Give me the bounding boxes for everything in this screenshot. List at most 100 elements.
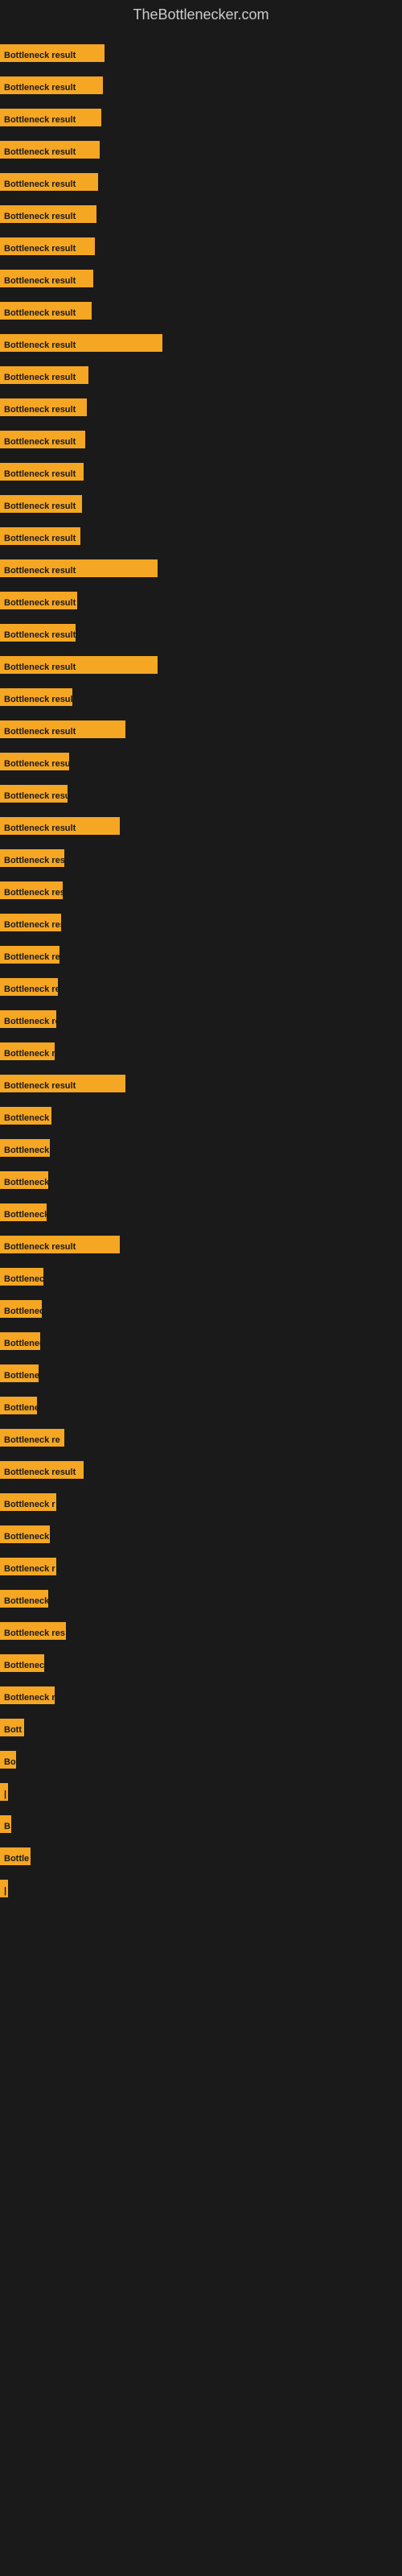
chart-area: Bottleneck result Bottleneck result Bottle…: [0, 30, 402, 2525]
bar-item: Bottleneck result: [0, 270, 93, 287]
bar-label: Bottleneck result: [0, 592, 77, 609]
bar-item: Bottleneck result: [0, 366, 88, 384]
bar-label: Bottleneck result: [0, 1171, 48, 1189]
bar-item: Bottleneck result: [0, 881, 63, 899]
bar-label: Bottlenec: [0, 1654, 44, 1672]
bar-label: Bottleneck result: [0, 1300, 42, 1318]
bar-item: Bottleneck result: [0, 1236, 120, 1253]
bar-label: Bottleneck result: [0, 1107, 51, 1125]
bar-item: Bottleneck result: [0, 785, 68, 803]
bar-item: Bottleneck result: [0, 109, 101, 126]
bar-item: |: [0, 1880, 6, 1897]
bar-label: Bottleneck result: [0, 1397, 37, 1414]
bar-label: Bottleneck result: [0, 302, 92, 320]
bar-item: Bottleneck result: [0, 237, 95, 255]
bar-label: Bottleneck result: [0, 366, 88, 384]
bar-label: Bottleneck result: [0, 495, 82, 513]
bar-label: Bottleneck result: [0, 914, 61, 931]
bar-label: Bottleneck res: [0, 1622, 66, 1640]
bar-label: Bottleneck result: [0, 656, 158, 674]
bar-item: Bottleneck result: [0, 44, 105, 62]
bar-item: Bottleneck result: [0, 334, 162, 352]
bar-label: Bottleneck result: [0, 1364, 39, 1382]
bar-item: Bottleneck result: [0, 1268, 43, 1286]
bar-label: Bottleneck result: [0, 1203, 47, 1221]
bar-item: Bottleneck result: [0, 463, 84, 481]
bar-item: Bottleneck result: [0, 720, 125, 738]
bar-item: Bottleneck result: [0, 495, 82, 513]
bar-label: Bottleneck result: [0, 173, 98, 191]
bar-label: Bottleneck result: [0, 1139, 50, 1157]
bar-item: Bottleneck result: [0, 76, 103, 94]
bar-item: Bottleneck result: [0, 1364, 39, 1382]
bar-item: Bottleneck result: [0, 1397, 37, 1414]
bar-label: Bottleneck: [0, 1525, 50, 1543]
bar-label: Bottleneck result: [0, 753, 69, 770]
bar-item: Bottleneck result: [0, 1139, 50, 1157]
bar-label: Bottleneck result: [0, 76, 103, 94]
bar-item: Bottleneck result: [0, 398, 87, 416]
bar-label: Bottleneck result: [0, 109, 101, 126]
bar-item: Bottleneck result: [0, 592, 77, 609]
bar-item: Bottleneck result: [0, 656, 158, 674]
bar-label: Bottleneck result: [0, 270, 93, 287]
bar-item: Bottleneck result: [0, 914, 61, 931]
bar-label: B: [0, 1815, 11, 1833]
bar-label: Bottleneck re: [0, 1429, 64, 1447]
bar-item: Bottleneck result: [0, 753, 69, 770]
bar-item: Bottleneck result: [0, 205, 96, 223]
bar-item: Bottleneck result: [0, 1107, 51, 1125]
site-title: TheBottlenecker.com: [0, 0, 402, 27]
bar-item: Bottleneck result: [0, 1010, 56, 1028]
bar-item: Bottleneck result: [0, 1332, 40, 1350]
bar-item: Bottleneck result: [0, 978, 58, 996]
bar-label: Bottleneck r: [0, 1558, 56, 1575]
bar-item: Bottleneck: [0, 1590, 48, 1608]
bar-item: Bottleneck result: [0, 527, 80, 545]
bar-label: Bottleneck result: [0, 398, 87, 416]
bar-label: Bottleneck result: [0, 720, 125, 738]
bar-item: Bottleneck result: [0, 817, 120, 835]
bar-item: Bottleneck result: [0, 302, 92, 320]
bar-item: Bottleneck res: [0, 1622, 66, 1640]
bar-item: Bottleneck result: [0, 559, 158, 577]
bar-label: Bottleneck result: [0, 141, 100, 159]
bar-item: Bottleneck result: [0, 1461, 84, 1479]
bar-item: Bottleneck result: [0, 1042, 55, 1060]
bar-item: Bottleneck result: [0, 624, 76, 642]
bar-label: Bottleneck result: [0, 1042, 55, 1060]
bar-label: Bottleneck: [0, 1590, 48, 1608]
bar-item: Bottle: [0, 1847, 31, 1865]
bar-label: Bottleneck result: [0, 237, 95, 255]
bar-item: Bott: [0, 1719, 24, 1736]
bar-label: Bottleneck result: [0, 978, 58, 996]
bar-label: Bottleneck r: [0, 1493, 56, 1511]
bar-item: Bottleneck result: [0, 849, 64, 867]
bar-label: Bottleneck result: [0, 1075, 125, 1092]
bar-item: Bo: [0, 1751, 16, 1769]
bar-label: Bottleneck result: [0, 881, 63, 899]
bar-item: Bottleneck result: [0, 946, 59, 964]
bar-item: Bottleneck result: [0, 1171, 48, 1189]
bar-label: |: [0, 1880, 8, 1897]
bar-item: Bottlenec: [0, 1654, 44, 1672]
bar-item: Bottleneck result: [0, 1075, 125, 1092]
bar-label: Bottleneck result: [0, 1236, 120, 1253]
bar-item: Bottleneck r: [0, 1493, 56, 1511]
bar-item: Bottleneck result: [0, 688, 72, 706]
bar-label: Bottleneck result: [0, 849, 64, 867]
bar-label: Bottleneck result: [0, 527, 80, 545]
bar-label: Bottleneck result: [0, 431, 85, 448]
bar-label: Bottleneck result: [0, 559, 158, 577]
bar-label: Bottleneck result: [0, 785, 68, 803]
site-title-container: TheBottlenecker.com: [0, 0, 402, 27]
bar-label: Bottleneck result: [0, 205, 96, 223]
bar-label: Bott: [0, 1719, 24, 1736]
bar-item: Bottleneck: [0, 1525, 50, 1543]
bar-label: Bottleneck result: [0, 1332, 40, 1350]
bar-item: Bottleneck r: [0, 1686, 55, 1704]
bar-label: Bottleneck result: [0, 688, 72, 706]
bar-label: Bottleneck result: [0, 817, 120, 835]
bar-item: Bottleneck result: [0, 1300, 42, 1318]
bar-label: Bottleneck result: [0, 1010, 56, 1028]
